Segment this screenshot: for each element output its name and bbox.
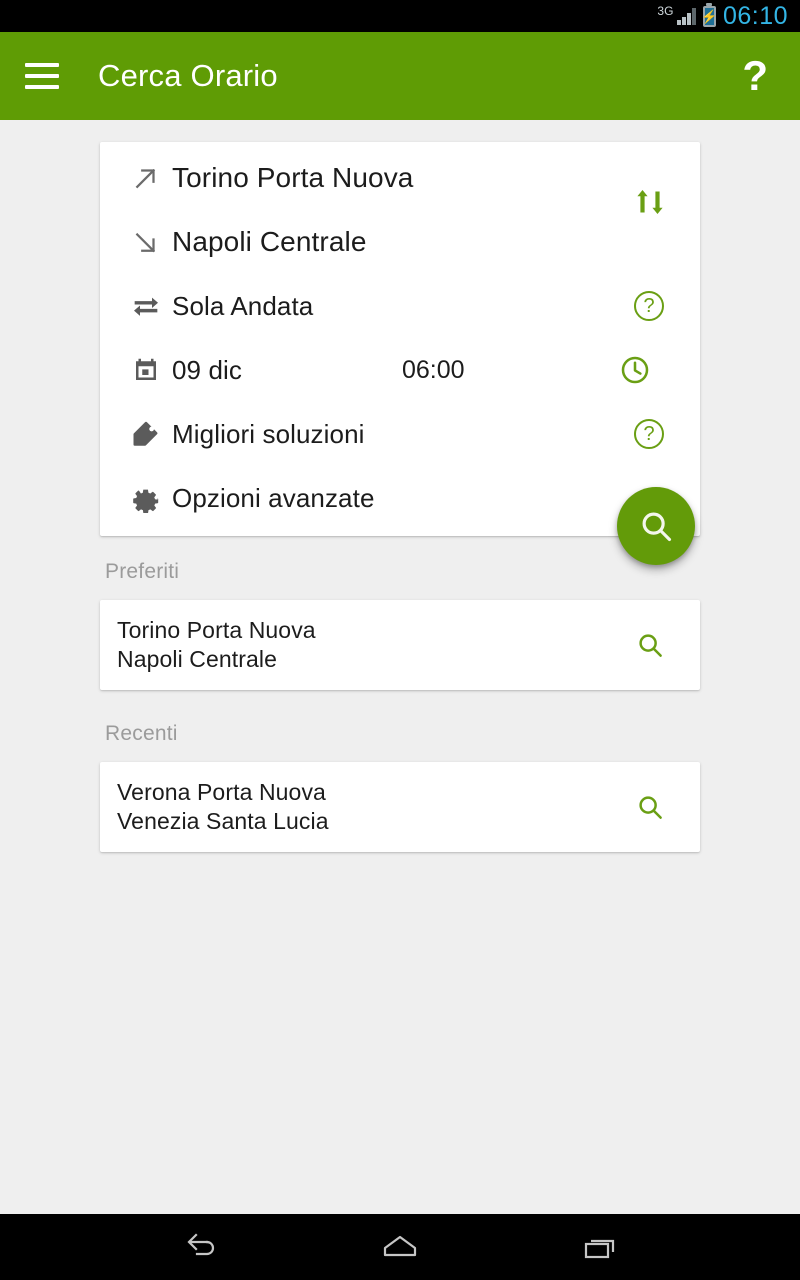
content-area: Torino Porta Nuova Napoli Centrale Sola … (0, 120, 800, 1214)
back-arrow-icon (187, 1233, 215, 1256)
solutions-row[interactable]: Migliori soluzioni ? (100, 402, 700, 466)
arrival-station-row[interactable]: Napoli Centrale (100, 210, 700, 274)
network-type-label: 3G (657, 4, 674, 18)
favourites-section-title: Preferiti (105, 560, 180, 583)
solutions-value: Migliori soluzioni (172, 418, 365, 449)
arrival-station-value: Napoli Centrale (172, 226, 367, 257)
signal-bars-icon (677, 7, 696, 25)
swap-stations-button[interactable] (622, 174, 678, 230)
search-icon (639, 634, 662, 657)
time-picker-button[interactable] (612, 354, 658, 386)
trip-type-row[interactable]: Sola Andata ? (100, 274, 700, 338)
favourite-destination: Napoli Centrale (117, 646, 278, 672)
arrow-up-right-icon (120, 163, 172, 193)
gear-icon (120, 483, 172, 513)
status-bar-right: 3G ⚡ 06:10 (657, 1, 788, 30)
favourite-item-row[interactable]: Torino Porta Nuova Napoli Centrale (100, 600, 700, 690)
search-icon (642, 512, 672, 542)
home-icon (383, 1235, 417, 1257)
status-bar: 3G ⚡ 06:10 (0, 0, 800, 32)
recent-destination: Venezia Santa Lucia (117, 808, 329, 834)
favourite-origin: Torino Porta Nuova (117, 617, 316, 643)
status-bar-clock: 06:10 (722, 1, 788, 30)
clock-icon (621, 356, 649, 384)
help-button[interactable]: ? (736, 55, 774, 97)
calendar-icon (120, 355, 172, 385)
trip-type-value: Sola Andata (172, 290, 314, 321)
datetime-row[interactable]: 09 dic 06:00 (100, 338, 700, 402)
advanced-options-value: Opzioni avanzate (172, 482, 375, 513)
arrow-down-right-icon (120, 227, 172, 257)
departure-station-value: Torino Porta Nuova (172, 162, 414, 193)
favourite-item-text: Torino Porta Nuova Napoli Centrale (117, 616, 630, 674)
nav-back-button[interactable] (160, 1222, 240, 1272)
nav-recents-button[interactable] (560, 1222, 640, 1272)
trip-type-help-button[interactable]: ? (626, 291, 672, 321)
advanced-options-row[interactable]: Opzioni avanzate (100, 466, 700, 530)
help-circle-icon: ? (634, 419, 664, 449)
search-fab-button[interactable] (617, 487, 695, 565)
nav-home-button[interactable] (360, 1222, 440, 1272)
favourite-search-button[interactable] (630, 630, 670, 660)
battery-charging-icon: ⚡ (701, 5, 718, 27)
search-icon (639, 796, 662, 819)
recent-item-text: Verona Porta Nuova Venezia Santa Lucia (117, 778, 630, 836)
time-value: 06:00 (402, 355, 465, 384)
page-title: Cerca Orario (98, 58, 278, 93)
recent-apps-icon (584, 1239, 615, 1259)
app-bar: Cerca Orario ? (0, 32, 800, 120)
date-value: 09 dic (172, 354, 242, 385)
solutions-help-button[interactable]: ? (626, 419, 672, 449)
recent-origin: Verona Porta Nuova (117, 779, 326, 805)
help-circle-icon: ? (634, 291, 664, 321)
tag-icon (120, 419, 172, 449)
departure-station-row[interactable]: Torino Porta Nuova (100, 146, 700, 210)
swap-horizontal-arrows-icon (120, 290, 172, 322)
search-form-card: Torino Porta Nuova Napoli Centrale Sola … (100, 142, 700, 536)
recent-search-button[interactable] (630, 792, 670, 822)
phone-screen: 3G ⚡ 06:10 Cerca Orario ? Torino Porta N… (0, 0, 800, 1280)
recent-item-row[interactable]: Verona Porta Nuova Venezia Santa Lucia (100, 762, 700, 852)
recents-section-title: Recenti (105, 722, 178, 745)
android-navigation-bar (0, 1214, 800, 1280)
hamburger-menu-icon[interactable] (20, 54, 64, 98)
swap-vertical-arrows-icon (637, 190, 663, 214)
